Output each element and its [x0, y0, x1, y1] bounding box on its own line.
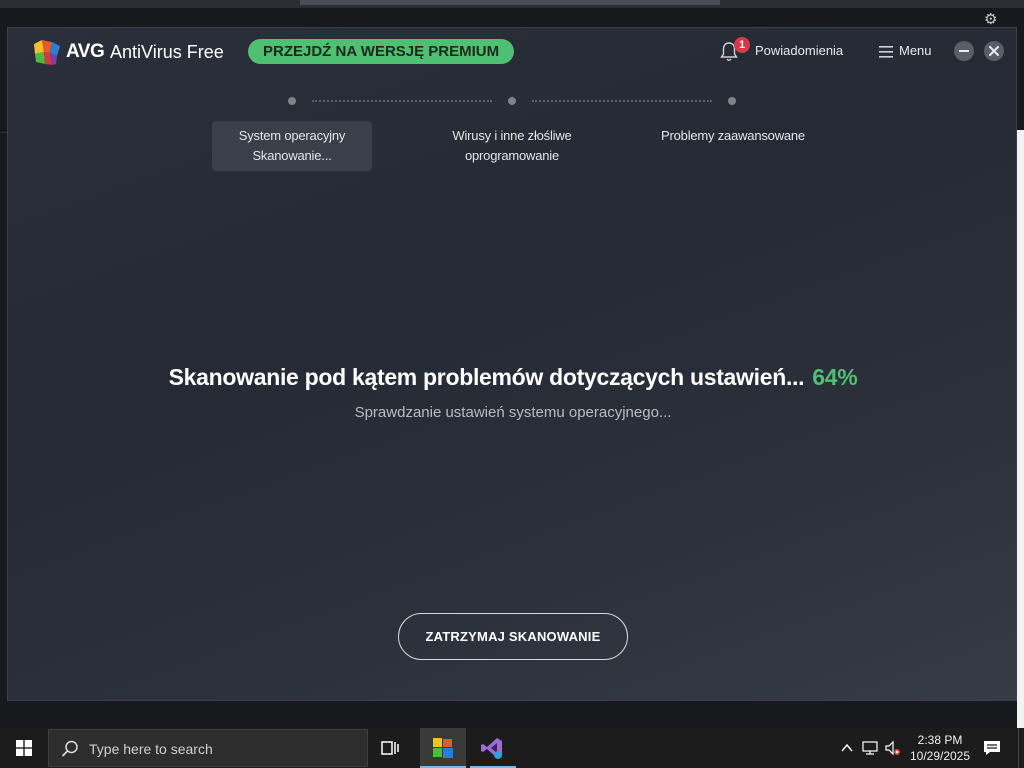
close-icon — [989, 46, 999, 56]
start-button[interactable] — [0, 728, 48, 768]
step-title: System operacyjny — [238, 128, 346, 143]
scan-title-text: Skanowanie pod kątem problemów dotyczący… — [168, 364, 805, 390]
clock-date: 10/29/2025 — [909, 749, 971, 763]
minimize-icon — [959, 50, 969, 52]
upgrade-premium-button[interactable]: PRZEJDŹ NA WERSJĘ PREMIUM — [248, 39, 515, 64]
stop-scan-button[interactable]: ZATRZYMAJ SKANOWANIE — [398, 613, 628, 660]
step-title: Wirusy i inne złośliwe — [452, 128, 572, 143]
close-button[interactable] — [984, 41, 1004, 61]
task-view-icon[interactable] — [378, 736, 402, 760]
clock-time: 2:38 PM — [917, 733, 963, 747]
chevron-up-icon[interactable] — [839, 740, 855, 756]
step-viruses-label: Wirusy i inne złośliwe oprogramowanie — [432, 121, 592, 166]
notifications-label: Powiadomienia — [755, 43, 844, 58]
notification-count-badge: 1 — [734, 37, 750, 53]
network-icon[interactable] — [862, 740, 878, 756]
avg-logo-icon — [34, 40, 60, 65]
menu-label: Menu — [899, 43, 932, 58]
hamburger-icon — [879, 46, 893, 58]
step-advanced-label: Problemy zaawansowane — [653, 121, 813, 146]
step-dot-1 — [288, 97, 296, 105]
taskbar-visual-studio-app[interactable] — [470, 728, 516, 768]
background-window-strip — [0, 0, 1024, 8]
windows-start-icon — [16, 740, 32, 756]
gear-icon[interactable]: ⚙ — [984, 12, 1000, 28]
title-bar: AVG AntiVirus Free PRZEJDŹ NA WERSJĘ PRE… — [8, 28, 1016, 76]
step-title: Problemy zaawansowane — [661, 128, 805, 143]
step-dot-2 — [508, 97, 516, 105]
step-dot-3 — [728, 97, 736, 105]
search-icon — [61, 740, 78, 757]
taskbar-search-box[interactable]: Type here to search — [48, 729, 368, 767]
product-name: AntiVirus Free — [110, 42, 224, 62]
step-title-line2: oprogramowanie — [464, 148, 560, 163]
avg-app-icon — [433, 738, 453, 758]
taskbar-clock[interactable]: 2:38 PM 10/29/2025 — [905, 732, 975, 764]
visual-studio-icon — [481, 738, 502, 759]
avg-antivirus-window: AVG AntiVirus Free PRZEJDŹ NA WERSJĘ PRE… — [7, 27, 1017, 701]
menu-button[interactable]: Menu — [877, 40, 937, 64]
taskbar: Type here to search 2:38 PM 10/29/2025 — [0, 728, 1024, 768]
step-connector — [532, 100, 712, 102]
show-desktop-button[interactable] — [1018, 728, 1024, 768]
action-center-icon[interactable] — [982, 738, 1002, 758]
step-os-label: System operacyjny Skanowanie... — [212, 121, 372, 171]
notifications-button[interactable]: 1 Powiadomienia — [720, 37, 844, 64]
step-status: Skanowanie... — [252, 148, 332, 163]
brand-name: AVG — [66, 41, 105, 62]
taskbar-avg-app[interactable] — [420, 728, 466, 768]
step-connector — [312, 100, 492, 102]
search-placeholder: Type here to search — [89, 741, 213, 757]
minimize-button[interactable] — [954, 41, 974, 61]
scan-subtitle: Sprawdzanie ustawień systemu operacyjneg… — [354, 404, 672, 421]
background-window-edge — [1017, 130, 1024, 730]
scan-heading: Skanowanie pod kątem problemów dotyczący… — [8, 364, 1016, 391]
scan-progress-percent: 64% — [812, 364, 858, 390]
volume-muted-icon[interactable] — [884, 740, 900, 756]
